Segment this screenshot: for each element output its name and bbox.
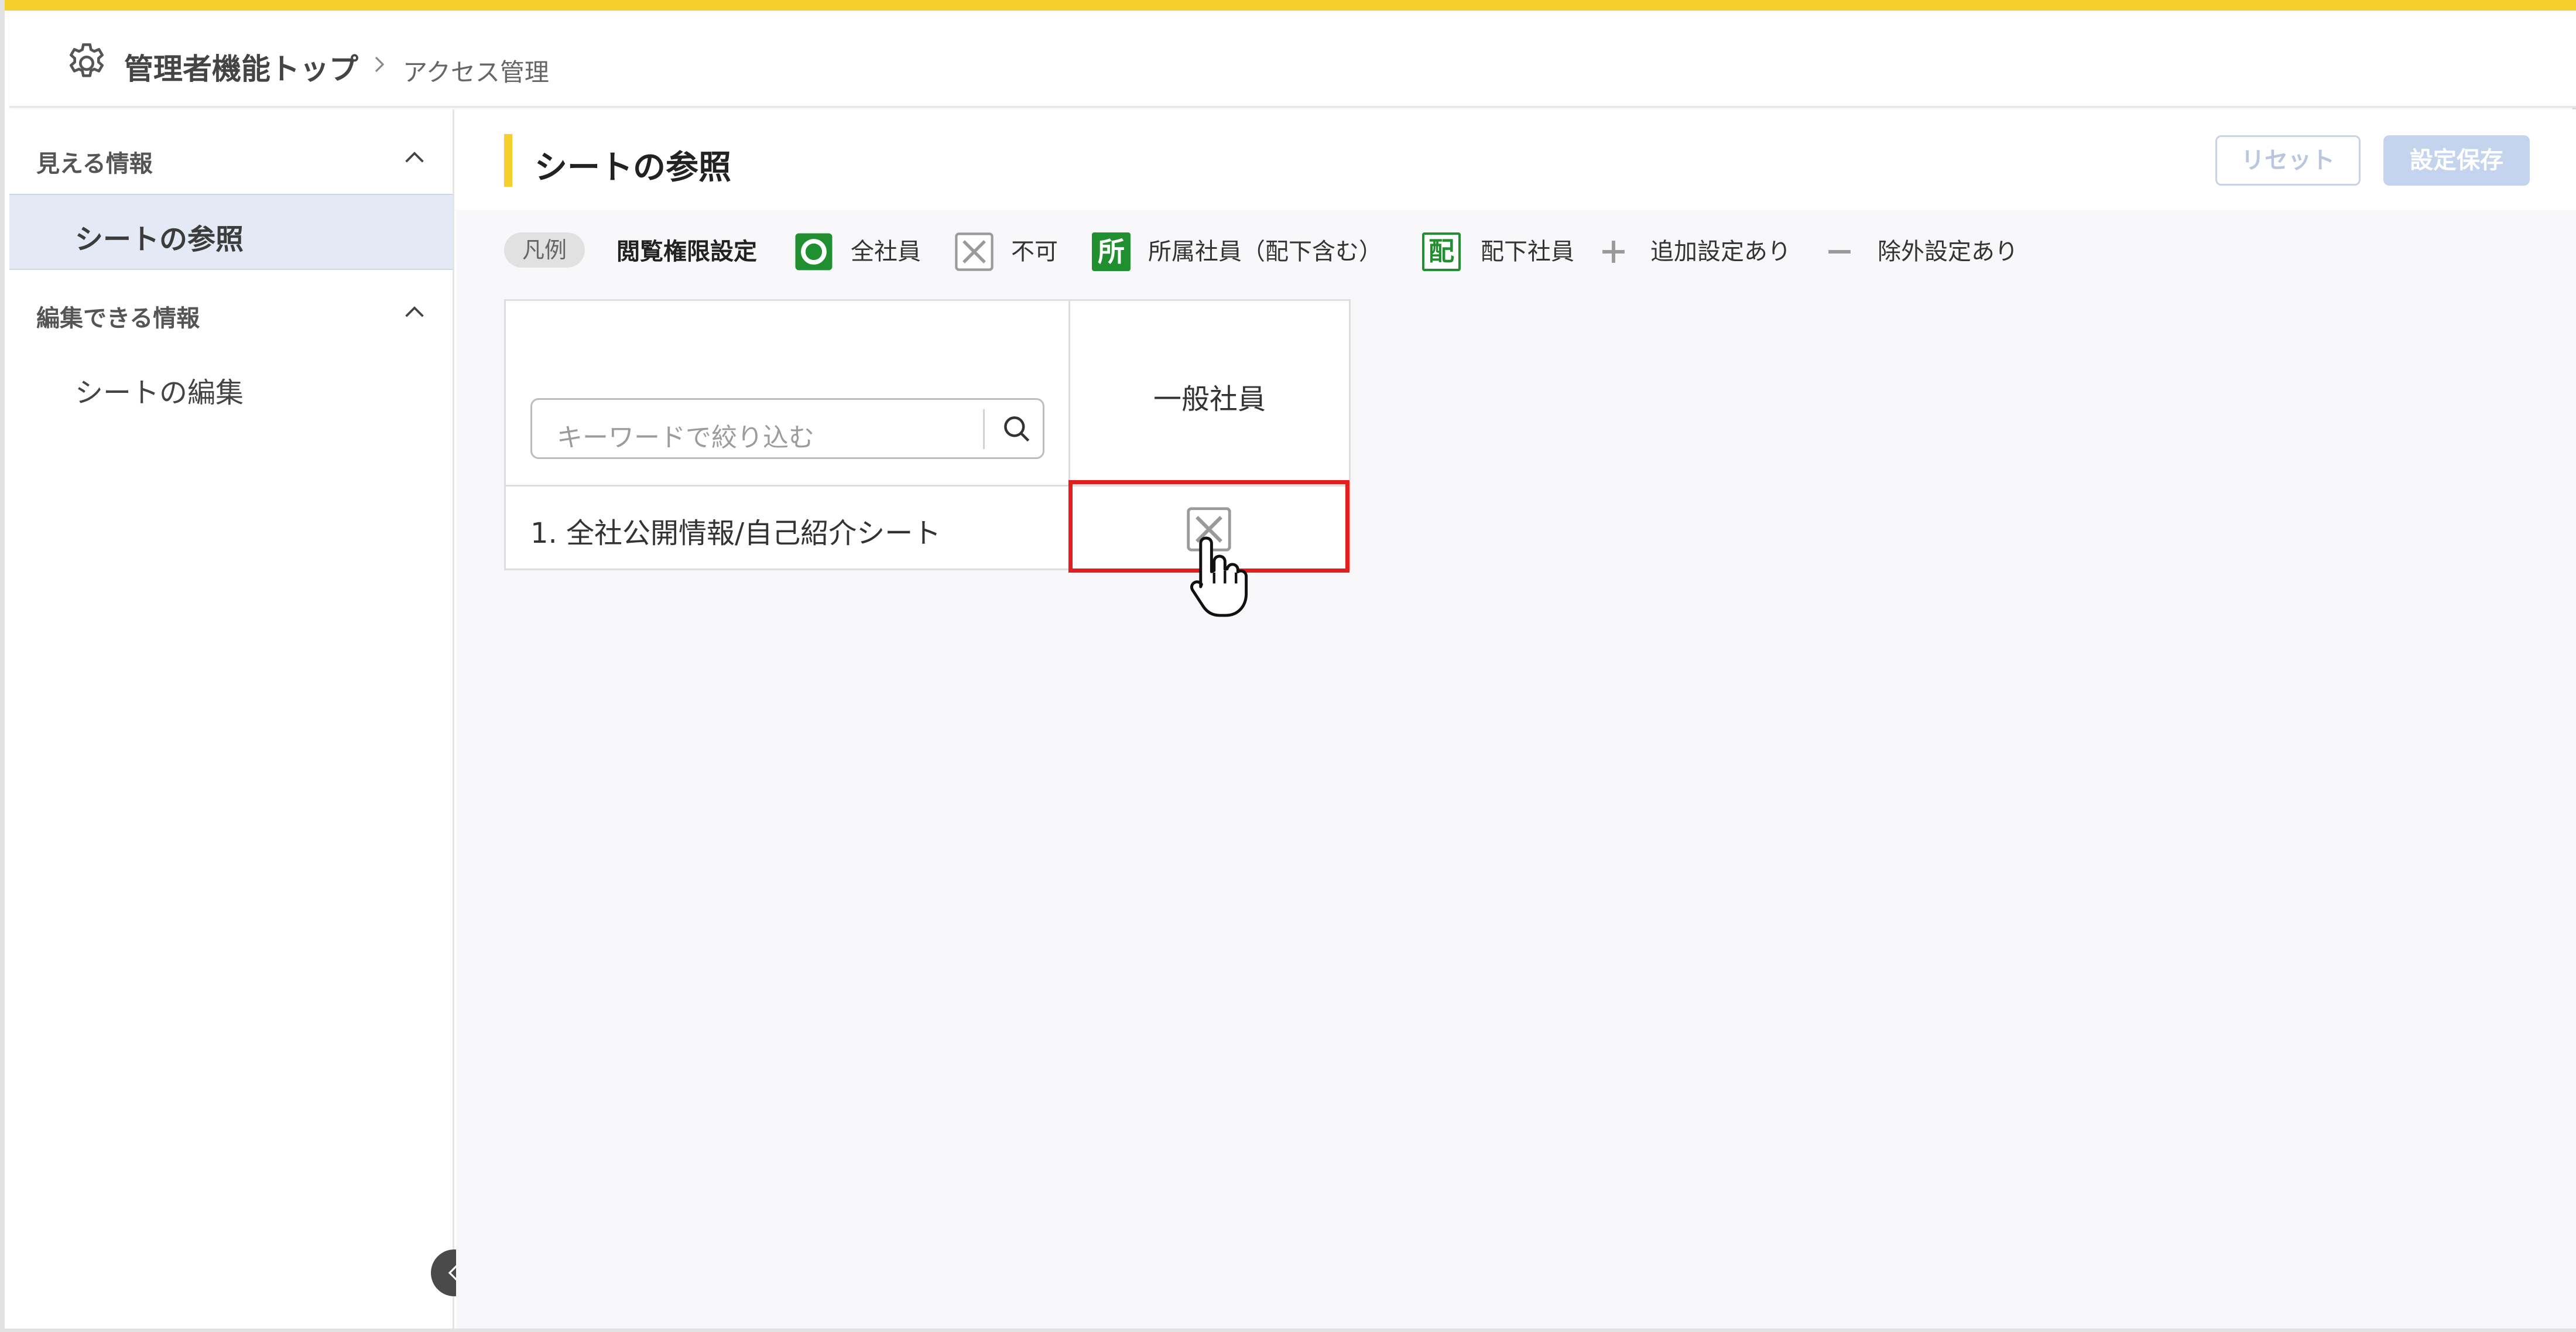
- legend-badge: 凡例: [504, 232, 585, 268]
- sidebar-section-title[interactable]: 見える情報: [36, 145, 153, 179]
- app-frame: 管理者機能トップ アクセス管理 見える情報 シートの参照 編集できる情報 シート…: [0, 0, 2576, 1332]
- breadcrumb-current: アクセス管理: [403, 58, 549, 87]
- search-divider: [983, 409, 985, 449]
- page-title: シートの参照: [535, 149, 731, 187]
- top-header: 管理者機能トップ アクセス管理: [9, 11, 2576, 108]
- sidebar-item-sheet-view[interactable]: シートの参照: [9, 194, 453, 270]
- chevron-up-icon[interactable]: [400, 298, 429, 326]
- main-content: シートの参照 リセット 設定保存 凡例 閲覧権限設定 全社員 不可 所 所属社員…: [456, 109, 2576, 1328]
- legend-heading: 閲覧権限設定: [616, 238, 757, 265]
- sidebar-item-sheet-edit[interactable]: シートの編集: [9, 348, 453, 424]
- save-settings-button[interactable]: 設定保存: [2383, 135, 2530, 186]
- page-header: シートの参照 リセット 設定保存: [456, 109, 2576, 210]
- keyword-filter[interactable]: キーワードで絞り込む: [530, 398, 1044, 459]
- subordinate-icon: 配: [1422, 232, 1461, 271]
- search-icon[interactable]: [1001, 413, 1033, 446]
- matrix-header-filter-cell: キーワードで絞り込む: [504, 299, 1070, 487]
- top-accent-bar: [5, 0, 2576, 11]
- sidebar: 見える情報 シートの参照 編集できる情報 シートの編集: [9, 109, 454, 1328]
- gear-icon[interactable]: [63, 40, 110, 87]
- reset-button[interactable]: リセット: [2215, 135, 2361, 186]
- title-accent-bar: [504, 134, 512, 187]
- not-allowed-icon: [955, 232, 994, 271]
- legend: 凡例 閲覧権限設定 全社員 不可 所 所属社員（配下含む） 配 配下社員 追加設…: [504, 232, 2495, 271]
- hand-cursor-icon: [1190, 536, 1248, 617]
- all-employees-icon: [795, 233, 833, 270]
- column-header-general-employee: 一般社員: [1153, 383, 1266, 416]
- plus-icon: [1602, 241, 1625, 263]
- legend-label-affiliated: 所属社員（配下含む）: [1148, 238, 1382, 265]
- minus-icon: [1828, 250, 1851, 254]
- breadcrumb-admin-top[interactable]: 管理者機能トップ: [124, 46, 358, 88]
- sidebar-item-label: シートの編集: [75, 376, 244, 409]
- legend-label-excluded: 除外設定あり: [1878, 238, 2018, 265]
- row-label: 1. 全社公開情報/自己紹介シート: [530, 517, 941, 550]
- search-input[interactable]: キーワードで絞り込む: [557, 416, 814, 454]
- chevron-right-icon: [375, 56, 385, 73]
- table-row: 1. 全社公開情報/自己紹介シート: [504, 485, 1070, 570]
- legend-label-all-employees: 全社員: [851, 238, 921, 265]
- column-header-cell: 一般社員: [1068, 299, 1351, 487]
- affiliated-icon: 所: [1092, 232, 1131, 271]
- sidebar-section-title[interactable]: 編集できる情報: [36, 299, 200, 333]
- legend-label-additional: 追加設定あり: [1650, 238, 1791, 265]
- chevron-up-icon[interactable]: [400, 143, 429, 172]
- sidebar-item-label: シートの参照: [75, 223, 244, 256]
- legend-label-subordinate: 配下社員: [1481, 238, 1574, 265]
- legend-label-not-allowed: 不可: [1011, 238, 1058, 265]
